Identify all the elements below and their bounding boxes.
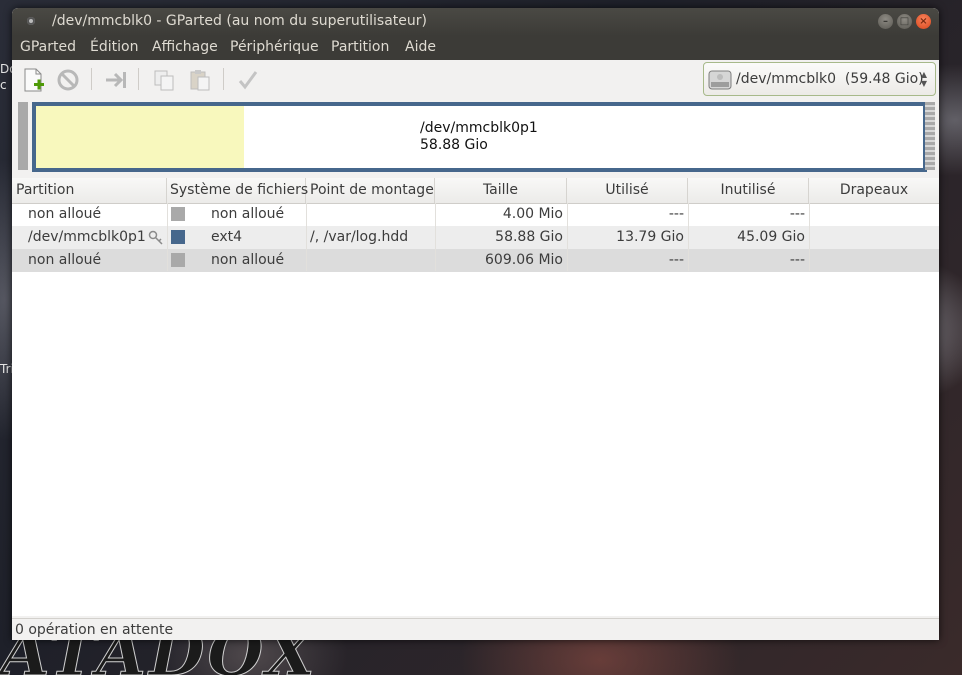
table-row[interactable]: non alloué non alloué 609.06 Mio --- --- bbox=[12, 249, 939, 272]
partition-segment-label: /dev/mmcblk0p1 58.88 Gio bbox=[420, 120, 538, 154]
column-header-size[interactable]: Taille bbox=[435, 178, 567, 203]
table-row[interactable]: non alloué non alloué 4.00 Mio --- --- bbox=[12, 203, 939, 226]
toolbar-separator bbox=[91, 68, 92, 90]
menu-edition[interactable]: Édition bbox=[90, 39, 138, 55]
column-header-unused[interactable]: Inutilisé bbox=[688, 178, 809, 203]
cell-unused: --- bbox=[789, 206, 805, 222]
menu-peripherique[interactable]: Périphérique bbox=[230, 39, 319, 55]
close-button[interactable]: × bbox=[916, 14, 931, 29]
pending-operations-status: 0 opération en attente bbox=[15, 622, 174, 638]
used-space-fill bbox=[36, 106, 244, 168]
table-row[interactable]: /dev/mmcblk0p1 ext4 /, /var/log.hdd 58.8… bbox=[12, 226, 939, 249]
cell-filesystem: non alloué bbox=[211, 206, 285, 222]
cell-unused: 45.09 Gio bbox=[737, 229, 805, 245]
partition-segment-size: 58.88 Gio bbox=[420, 137, 488, 153]
gparted-window: /dev/mmcblk0 - GParted (au nom du superu… bbox=[12, 8, 939, 640]
cell-size: 58.88 Gio bbox=[495, 229, 563, 245]
column-divider bbox=[567, 203, 568, 271]
window-menu-icon[interactable] bbox=[27, 17, 35, 25]
menu-partition[interactable]: Partition bbox=[331, 39, 389, 55]
menu-bar: GParted Édition Affichage Périphérique P… bbox=[12, 36, 939, 60]
cell-unused: --- bbox=[789, 252, 805, 268]
title-bar[interactable]: /dev/mmcblk0 - GParted (au nom du superu… bbox=[12, 8, 939, 36]
menu-gparted[interactable]: GParted bbox=[20, 39, 76, 55]
partition-segment[interactable]: /dev/mmcblk0p1 58.88 Gio bbox=[32, 102, 927, 172]
desktop-text-fragment: c bbox=[0, 78, 7, 92]
column-divider bbox=[435, 203, 436, 271]
cell-partition: /dev/mmcblk0p1 bbox=[28, 229, 146, 245]
unallocated-segment-start[interactable] bbox=[18, 102, 28, 170]
cell-partition: non alloué bbox=[28, 252, 102, 268]
filesystem-color-swatch bbox=[171, 230, 185, 244]
device-label: /dev/mmcblk0 (59.48 Gio) bbox=[736, 71, 924, 87]
cell-filesystem: ext4 bbox=[211, 229, 243, 245]
column-divider bbox=[688, 203, 689, 271]
column-header-used[interactable]: Utilisé bbox=[567, 178, 688, 203]
toolbar-separator bbox=[223, 68, 224, 90]
maximize-button[interactable]: □ bbox=[897, 14, 912, 29]
cell-used: --- bbox=[668, 252, 684, 268]
partition-segment-name: /dev/mmcblk0p1 bbox=[420, 120, 538, 136]
cell-filesystem: non alloué bbox=[211, 252, 285, 268]
column-header-filesystem[interactable]: Système de fichiers bbox=[167, 178, 308, 203]
new-partition-icon[interactable] bbox=[20, 66, 48, 94]
disk-map: /dev/mmcblk0p1 58.88 Gio bbox=[16, 102, 935, 172]
delete-icon[interactable] bbox=[54, 66, 82, 94]
column-divider bbox=[809, 203, 810, 271]
cell-partition: non alloué bbox=[28, 206, 102, 222]
cell-mountpoint: /, /var/log.hdd bbox=[310, 229, 409, 245]
unallocated-segment-end[interactable] bbox=[925, 102, 935, 170]
status-bar: 0 opération en attente bbox=[12, 618, 939, 640]
column-divider bbox=[167, 203, 168, 271]
column-header-partition[interactable]: Partition bbox=[12, 178, 167, 203]
minimize-button[interactable]: – bbox=[878, 14, 893, 29]
apply-icon[interactable] bbox=[234, 66, 262, 94]
window-title: /dev/mmcblk0 - GParted (au nom du superu… bbox=[52, 13, 427, 29]
chevron-updown-icon: ▲ ▼ bbox=[920, 70, 927, 88]
partition-table: Partition Système de fichiers Point de m… bbox=[12, 178, 939, 616]
column-header-flags[interactable]: Drapeaux bbox=[809, 178, 939, 203]
cell-size: 609.06 Mio bbox=[485, 252, 563, 268]
toolbar-separator bbox=[138, 68, 139, 90]
menu-aide[interactable]: Aide bbox=[405, 39, 436, 55]
filesystem-color-swatch bbox=[171, 207, 185, 221]
cell-used: --- bbox=[668, 206, 684, 222]
disk-drive-icon bbox=[708, 69, 732, 95]
cell-size: 4.00 Mio bbox=[502, 206, 563, 222]
cell-used: 13.79 Gio bbox=[616, 229, 684, 245]
filesystem-color-swatch bbox=[171, 253, 185, 267]
column-header-mountpoint[interactable]: Point de montage bbox=[306, 178, 435, 203]
device-selector[interactable]: /dev/mmcblk0 (59.48 Gio) ▲ ▼ bbox=[703, 62, 936, 96]
mounted-key-icon bbox=[148, 229, 164, 245]
menu-affichage[interactable]: Affichage bbox=[152, 39, 218, 55]
paste-icon[interactable] bbox=[186, 66, 214, 94]
copy-icon[interactable] bbox=[150, 66, 178, 94]
resize-move-icon[interactable] bbox=[102, 66, 130, 94]
toolbar: /dev/mmcblk0 (59.48 Gio) ▲ ▼ bbox=[12, 60, 939, 104]
column-divider bbox=[306, 203, 307, 271]
table-header: Partition Système de fichiers Point de m… bbox=[12, 178, 939, 204]
